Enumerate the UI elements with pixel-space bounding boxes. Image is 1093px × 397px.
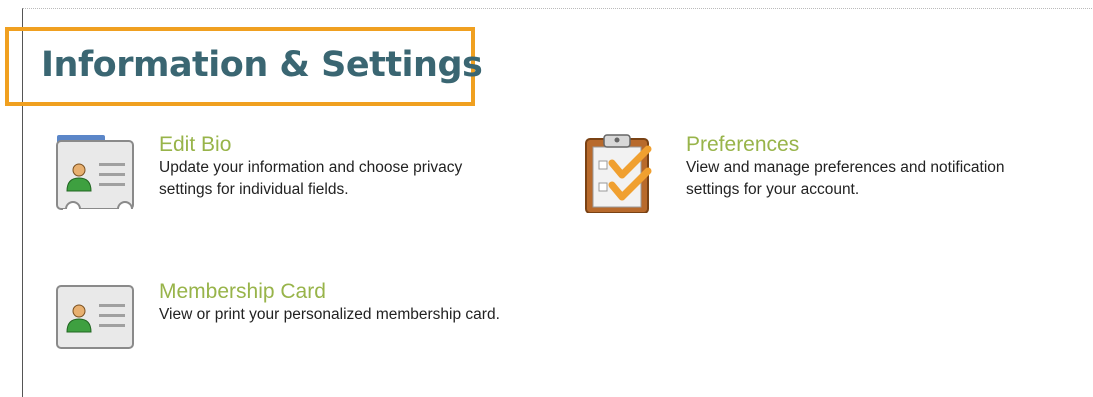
clipboard-checklist-icon[interactable] <box>582 133 662 213</box>
membership-card-icon[interactable] <box>55 280 135 360</box>
preferences-description: View and manage preferences and notifica… <box>686 159 1005 198</box>
edit-bio-description: Update your information and choose priva… <box>159 159 463 198</box>
edit-bio-link[interactable]: Edit Bio <box>159 133 559 157</box>
membership-card-link[interactable]: Membership Card <box>159 280 559 304</box>
page-title: Information & Settings <box>41 45 483 85</box>
preferences-link[interactable]: Preferences <box>686 133 1086 157</box>
membership-card-description: View or print your personalized membersh… <box>159 306 500 323</box>
id-card-icon[interactable] <box>55 133 135 213</box>
